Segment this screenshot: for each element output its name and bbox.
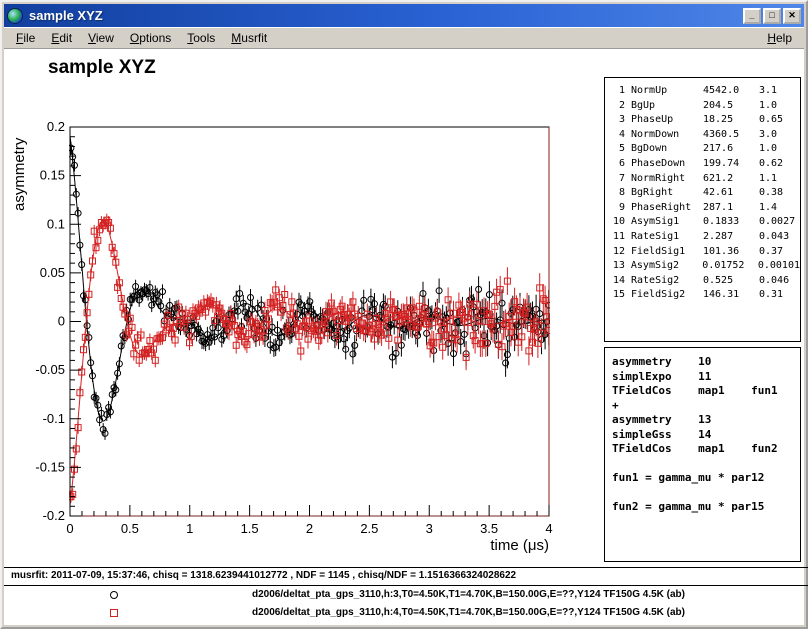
svg-text:0.15: 0.15 bbox=[40, 168, 65, 183]
legend-label: d2006/deltat_pta_gps_3110,h:3,T0=4.50K,T… bbox=[252, 589, 685, 600]
param-row: 2BgUp204.51.0 bbox=[611, 99, 800, 114]
menu-edit[interactable]: Edit bbox=[43, 29, 80, 47]
svg-text:0.1: 0.1 bbox=[47, 216, 65, 231]
data-series-circle bbox=[68, 136, 552, 440]
theory-line bbox=[612, 457, 800, 472]
theory-line bbox=[612, 486, 800, 501]
minimize-button[interactable]: _ bbox=[743, 8, 761, 24]
theory-line: simplExpo 11 bbox=[612, 370, 800, 385]
footer-divider-top bbox=[4, 567, 808, 568]
svg-text:4: 4 bbox=[545, 521, 552, 536]
legend-row: d2006/deltat_pta_gps_3110,h:3,T0=4.50K,T… bbox=[4, 587, 808, 605]
theory-line: asymmetry 13 bbox=[612, 413, 800, 428]
svg-text:0.2: 0.2 bbox=[47, 119, 65, 134]
param-row: 6PhaseDown199.740.62 bbox=[611, 157, 800, 172]
theory-line: fun2 = gamma_mu * par15 bbox=[612, 500, 800, 515]
svg-text:1.5: 1.5 bbox=[241, 521, 259, 536]
svg-text:0.05: 0.05 bbox=[40, 265, 65, 280]
theory-line: TFieldCos map1 fun1 bbox=[612, 384, 800, 399]
svg-text:-0.2: -0.2 bbox=[43, 508, 65, 523]
svg-text:3.5: 3.5 bbox=[480, 521, 498, 536]
menubar: FileEditViewOptionsToolsMusrfit Help bbox=[4, 27, 804, 49]
param-row: 1NormUp4542.03.1 bbox=[611, 84, 800, 99]
data-series-square bbox=[68, 214, 552, 506]
param-row: 9PhaseRight287.11.4 bbox=[611, 201, 800, 216]
theory-line: asymmetry 10 bbox=[612, 355, 800, 370]
titlebar[interactable]: sample XYZ _ □ ✕ bbox=[4, 4, 804, 27]
fit-curve bbox=[70, 136, 549, 421]
menu-help[interactable]: Help bbox=[759, 29, 800, 47]
legend-label: d2006/deltat_pta_gps_3110,h:4,T0=4.50K,T… bbox=[252, 607, 685, 618]
svg-text:-0.1: -0.1 bbox=[43, 411, 65, 426]
y-axis-title: asymmetry bbox=[11, 137, 28, 211]
svg-text:-0.05: -0.05 bbox=[35, 362, 65, 377]
maximize-button[interactable]: □ bbox=[763, 8, 781, 24]
param-row: 14RateSig20.5250.046 bbox=[611, 274, 800, 289]
menu-options[interactable]: Options bbox=[122, 29, 179, 47]
param-row: 10AsymSig10.18330.0027 bbox=[611, 215, 800, 230]
menu-tools[interactable]: Tools bbox=[179, 29, 223, 47]
legend: d2006/deltat_pta_gps_3110,h:3,T0=4.50K,T… bbox=[4, 587, 808, 627]
param-row: 8BgRight42.610.38 bbox=[611, 186, 800, 201]
theory-line: fun1 = gamma_mu * par12 bbox=[612, 471, 800, 486]
close-button[interactable]: ✕ bbox=[783, 8, 801, 24]
svg-text:-0.15: -0.15 bbox=[35, 459, 65, 474]
theory-line: TFieldCos map1 fun2 bbox=[612, 442, 800, 457]
param-row: 15FieldSig2146.310.31 bbox=[611, 288, 800, 303]
svg-text:1: 1 bbox=[186, 521, 193, 536]
theory-line: simpleGss 14 bbox=[612, 428, 800, 443]
circle-marker-icon bbox=[110, 591, 118, 599]
menu-view[interactable]: View bbox=[80, 29, 122, 47]
param-row: 11RateSig12.2870.043 bbox=[611, 230, 800, 245]
theory-line: + bbox=[612, 399, 800, 414]
menubar-items: FileEditViewOptionsToolsMusrfit bbox=[8, 29, 275, 47]
svg-text:2.5: 2.5 bbox=[360, 521, 378, 536]
param-row: 4NormDown4360.53.0 bbox=[611, 128, 800, 143]
param-row: 13AsymSig20.017520.00101 bbox=[611, 259, 800, 274]
menu-file[interactable]: File bbox=[8, 29, 43, 47]
fit-info: musrfit: 2011-07-09, 15:37:46, chisq = 1… bbox=[11, 570, 516, 581]
theory-box: asymmetry 10simplExpo 11TFieldCos map1 f… bbox=[604, 347, 801, 562]
param-row: 12FieldSig1101.360.37 bbox=[611, 245, 800, 260]
app-window: sample XYZ _ □ ✕ FileEditViewOptionsTool… bbox=[0, 0, 808, 629]
param-row: 5BgDown217.61.0 bbox=[611, 142, 800, 157]
svg-text:0: 0 bbox=[58, 314, 65, 329]
app-icon bbox=[7, 8, 23, 24]
window-title: sample XYZ bbox=[29, 8, 741, 23]
root-canvas[interactable]: sample XYZ 00.511.522.533.540.20.150.10.… bbox=[4, 49, 804, 625]
footer-divider-legend bbox=[4, 585, 808, 586]
menu-musrfit[interactable]: Musrfit bbox=[223, 29, 275, 47]
svg-text:2: 2 bbox=[306, 521, 313, 536]
param-row: 3PhaseUp18.250.65 bbox=[611, 113, 800, 128]
svg-text:0: 0 bbox=[66, 521, 73, 536]
parameter-table: 1NormUp4542.03.12BgUp204.51.03PhaseUp18.… bbox=[604, 77, 801, 342]
x-axis-title: time (μs) bbox=[490, 537, 549, 554]
param-row: 7NormRight621.21.1 bbox=[611, 172, 800, 187]
legend-row: d2006/deltat_pta_gps_3110,h:4,T0=4.50K,T… bbox=[4, 605, 808, 623]
svg-text:3: 3 bbox=[426, 521, 433, 536]
square-marker-icon bbox=[110, 609, 118, 617]
svg-text:0.5: 0.5 bbox=[121, 521, 139, 536]
